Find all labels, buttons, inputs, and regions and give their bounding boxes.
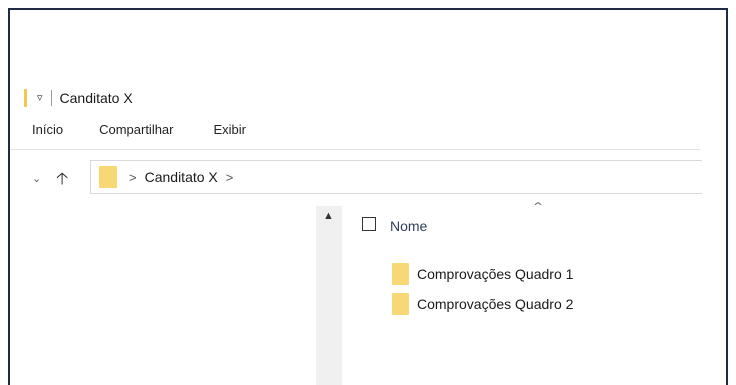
up-arrow-icon[interactable]: 🡡 [56, 166, 68, 195]
sort-ascending-icon: ⌃ [530, 200, 546, 214]
title-bar: ▿ Canditato X [24, 87, 133, 109]
breadcrumb-canditato-x[interactable]: Canditato X [145, 169, 218, 185]
file-name: Comprovações Quadro 1 [417, 266, 574, 282]
title-separator [50, 90, 52, 106]
breadcrumb-separator-end[interactable]: > [226, 170, 234, 185]
breadcrumb-separator[interactable]: > [129, 170, 137, 185]
list-item[interactable]: Comprovações Quadro 2 [392, 293, 573, 315]
ribbon-tabs: Início Compartilhar Exibir [32, 122, 246, 137]
customize-quick-access-icon[interactable]: ▿ [37, 92, 43, 104]
address-bar[interactable]: > Canditato X > [90, 160, 702, 194]
folder-icon [392, 263, 409, 285]
scroll-up-icon[interactable]: ▲ [323, 210, 334, 222]
file-name: Comprovações Quadro 2 [417, 296, 574, 312]
column-header-name[interactable]: Nome [390, 218, 427, 234]
window-title: Canditato X [59, 90, 133, 106]
folder-icon [99, 166, 117, 188]
tab-compartilhar[interactable]: Compartilhar [99, 122, 173, 137]
ribbon-divider [10, 149, 700, 150]
folder-icon [392, 293, 409, 315]
list-item[interactable]: Comprovações Quadro 1 [392, 263, 573, 285]
select-all-checkbox[interactable] [362, 217, 376, 231]
tab-exibir[interactable]: Exibir [214, 122, 247, 137]
navigation-pane-scrollbar[interactable] [316, 206, 342, 385]
explorer-window: ▿ Canditato X Início Compartilhar Exibir… [8, 8, 728, 385]
tab-inicio[interactable]: Início [32, 122, 63, 137]
quick-access-folder-marker [24, 89, 27, 107]
chevron-down-icon[interactable]: ⌄ [32, 172, 41, 185]
